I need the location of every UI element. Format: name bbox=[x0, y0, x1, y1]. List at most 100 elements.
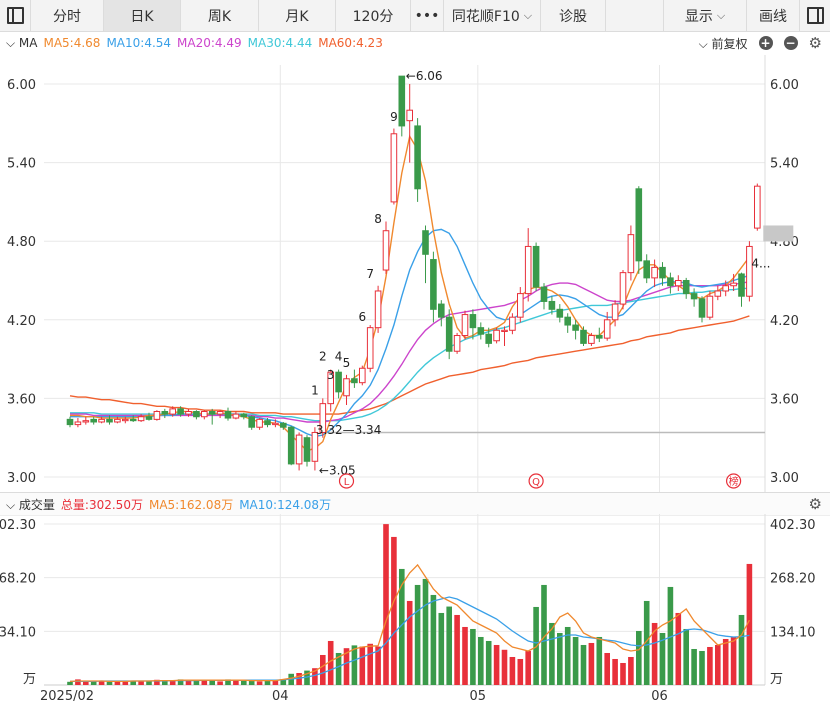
volume-bar bbox=[604, 652, 610, 685]
candle bbox=[501, 329, 508, 332]
volume-total: 总量:302.50万 bbox=[60, 497, 143, 512]
zoom-out-icon[interactable]: − bbox=[783, 36, 798, 50]
candle bbox=[627, 234, 635, 274]
tab-daily-k[interactable]: 日K bbox=[104, 0, 181, 31]
candle bbox=[398, 75, 406, 127]
volume-bar bbox=[738, 614, 745, 685]
candle bbox=[145, 416, 153, 420]
ma20-line bbox=[70, 281, 750, 423]
volume-bar bbox=[106, 681, 113, 685]
volume-bar bbox=[217, 681, 223, 685]
candle bbox=[74, 421, 82, 426]
candle bbox=[588, 335, 595, 344]
volume-y-label-right: 134.10 bbox=[770, 625, 816, 640]
candle bbox=[493, 329, 500, 342]
candle bbox=[746, 245, 753, 297]
y-tick-label-left: 6.00 bbox=[7, 78, 36, 93]
price-annotation: 4... bbox=[751, 256, 770, 270]
candle bbox=[335, 371, 342, 393]
candle bbox=[596, 335, 603, 339]
volume-y-label-right: 268.20 bbox=[770, 572, 816, 587]
volume-bar bbox=[383, 524, 389, 685]
price-chart[interactable]: 6.00 6.005.40 5.404.80 4.804.20 4.203.60 3.60… bbox=[0, 55, 830, 492]
price-annotation: ←6.06 bbox=[406, 69, 443, 83]
volume-ma10: MA10:124.08万 bbox=[239, 497, 332, 512]
volume-bar bbox=[470, 628, 476, 685]
volume-bar bbox=[359, 646, 366, 685]
volume-bar bbox=[525, 650, 531, 685]
volume-bar bbox=[233, 680, 239, 685]
candle bbox=[295, 434, 303, 465]
candle bbox=[643, 260, 651, 279]
candle bbox=[509, 316, 516, 331]
candle bbox=[445, 316, 453, 352]
y-tick-label-left: 3.00 bbox=[7, 471, 36, 486]
volume-chart[interactable]: 402.30 402.30 268.20 268.20 134.10 134.10 万 万 20… bbox=[0, 514, 830, 705]
volume-bar bbox=[193, 680, 200, 685]
tab-monthly-k[interactable]: 月K bbox=[259, 0, 336, 31]
candle bbox=[453, 335, 461, 352]
candle bbox=[374, 290, 382, 329]
draw-line-button[interactable]: 画线 bbox=[747, 0, 800, 31]
y-tick-label-left: 3.60 bbox=[7, 392, 36, 407]
candle bbox=[532, 245, 540, 288]
tab-intraday[interactable]: 分时 bbox=[31, 0, 104, 31]
volume-y-label-left: 268.20 bbox=[0, 572, 36, 587]
volume-bar bbox=[146, 681, 152, 685]
diagnose-button[interactable]: 诊股 bbox=[541, 0, 606, 31]
price-annotation: 5 bbox=[343, 356, 351, 370]
ma30-line bbox=[70, 287, 750, 422]
volume-bar bbox=[430, 594, 437, 685]
ma-legend: ⌵ MA MA5:4.68 MA10:4.54 MA20:4.49 MA30:4… bbox=[0, 31, 830, 55]
tab-120min[interactable]: 120分 bbox=[336, 0, 411, 31]
price-annotation: 2 bbox=[319, 349, 327, 363]
gear-icon[interactable]: ⚙ bbox=[809, 495, 822, 513]
candle bbox=[706, 295, 714, 318]
more-button[interactable]: ••• bbox=[411, 0, 444, 31]
candle bbox=[382, 230, 390, 271]
candle bbox=[248, 416, 255, 428]
display-dropdown[interactable]: 显示 ⌵ bbox=[663, 0, 747, 31]
candle bbox=[82, 420, 90, 423]
sidebar-left-toggle[interactable] bbox=[0, 0, 31, 31]
y-tick-label-right: 5.40 bbox=[770, 157, 799, 172]
candle bbox=[548, 300, 556, 310]
candle bbox=[287, 426, 295, 465]
volume-unit-left: 万 bbox=[23, 672, 36, 687]
volume-bar bbox=[517, 658, 524, 685]
volume-bar bbox=[320, 654, 326, 685]
candle bbox=[438, 303, 445, 318]
candle bbox=[698, 298, 706, 318]
volume-bar bbox=[241, 680, 247, 685]
candle bbox=[682, 280, 690, 295]
ma-toggle[interactable]: ⌵ MA bbox=[6, 36, 37, 51]
x-tick-label: 2025/02 bbox=[40, 689, 94, 704]
volume-bar bbox=[509, 656, 516, 685]
volume-bar bbox=[209, 680, 215, 685]
candle bbox=[754, 185, 761, 229]
candle bbox=[303, 437, 311, 462]
price-annotation: 9 bbox=[390, 110, 398, 124]
candle bbox=[675, 280, 682, 287]
volume-bar bbox=[636, 630, 642, 685]
candle bbox=[359, 367, 366, 384]
candle bbox=[256, 418, 263, 428]
volume-bar bbox=[707, 646, 713, 685]
ma60-value: MA60:4.23 bbox=[318, 36, 383, 50]
gear-icon[interactable]: ⚙ bbox=[809, 34, 822, 52]
zoom-in-icon[interactable]: + bbox=[758, 36, 773, 50]
candle bbox=[611, 303, 619, 321]
f10-dropdown[interactable]: 同花顺F10 ⌵ bbox=[444, 0, 541, 31]
candle bbox=[153, 411, 161, 420]
tab-weekly-k[interactable]: 周K bbox=[181, 0, 259, 31]
candle bbox=[659, 266, 666, 279]
volume-bar bbox=[493, 644, 500, 685]
y-tick-label-right: 3.00 bbox=[770, 471, 799, 486]
candle bbox=[714, 290, 722, 297]
volume-bar bbox=[715, 644, 721, 685]
candle bbox=[667, 277, 674, 287]
adjust-dropdown[interactable]: ⌵ 前复权 bbox=[699, 35, 748, 52]
volume-bar bbox=[391, 536, 397, 685]
volume-toggle[interactable]: ⌵ 成交量 bbox=[6, 496, 55, 513]
sidebar-right-toggle[interactable] bbox=[800, 0, 830, 31]
